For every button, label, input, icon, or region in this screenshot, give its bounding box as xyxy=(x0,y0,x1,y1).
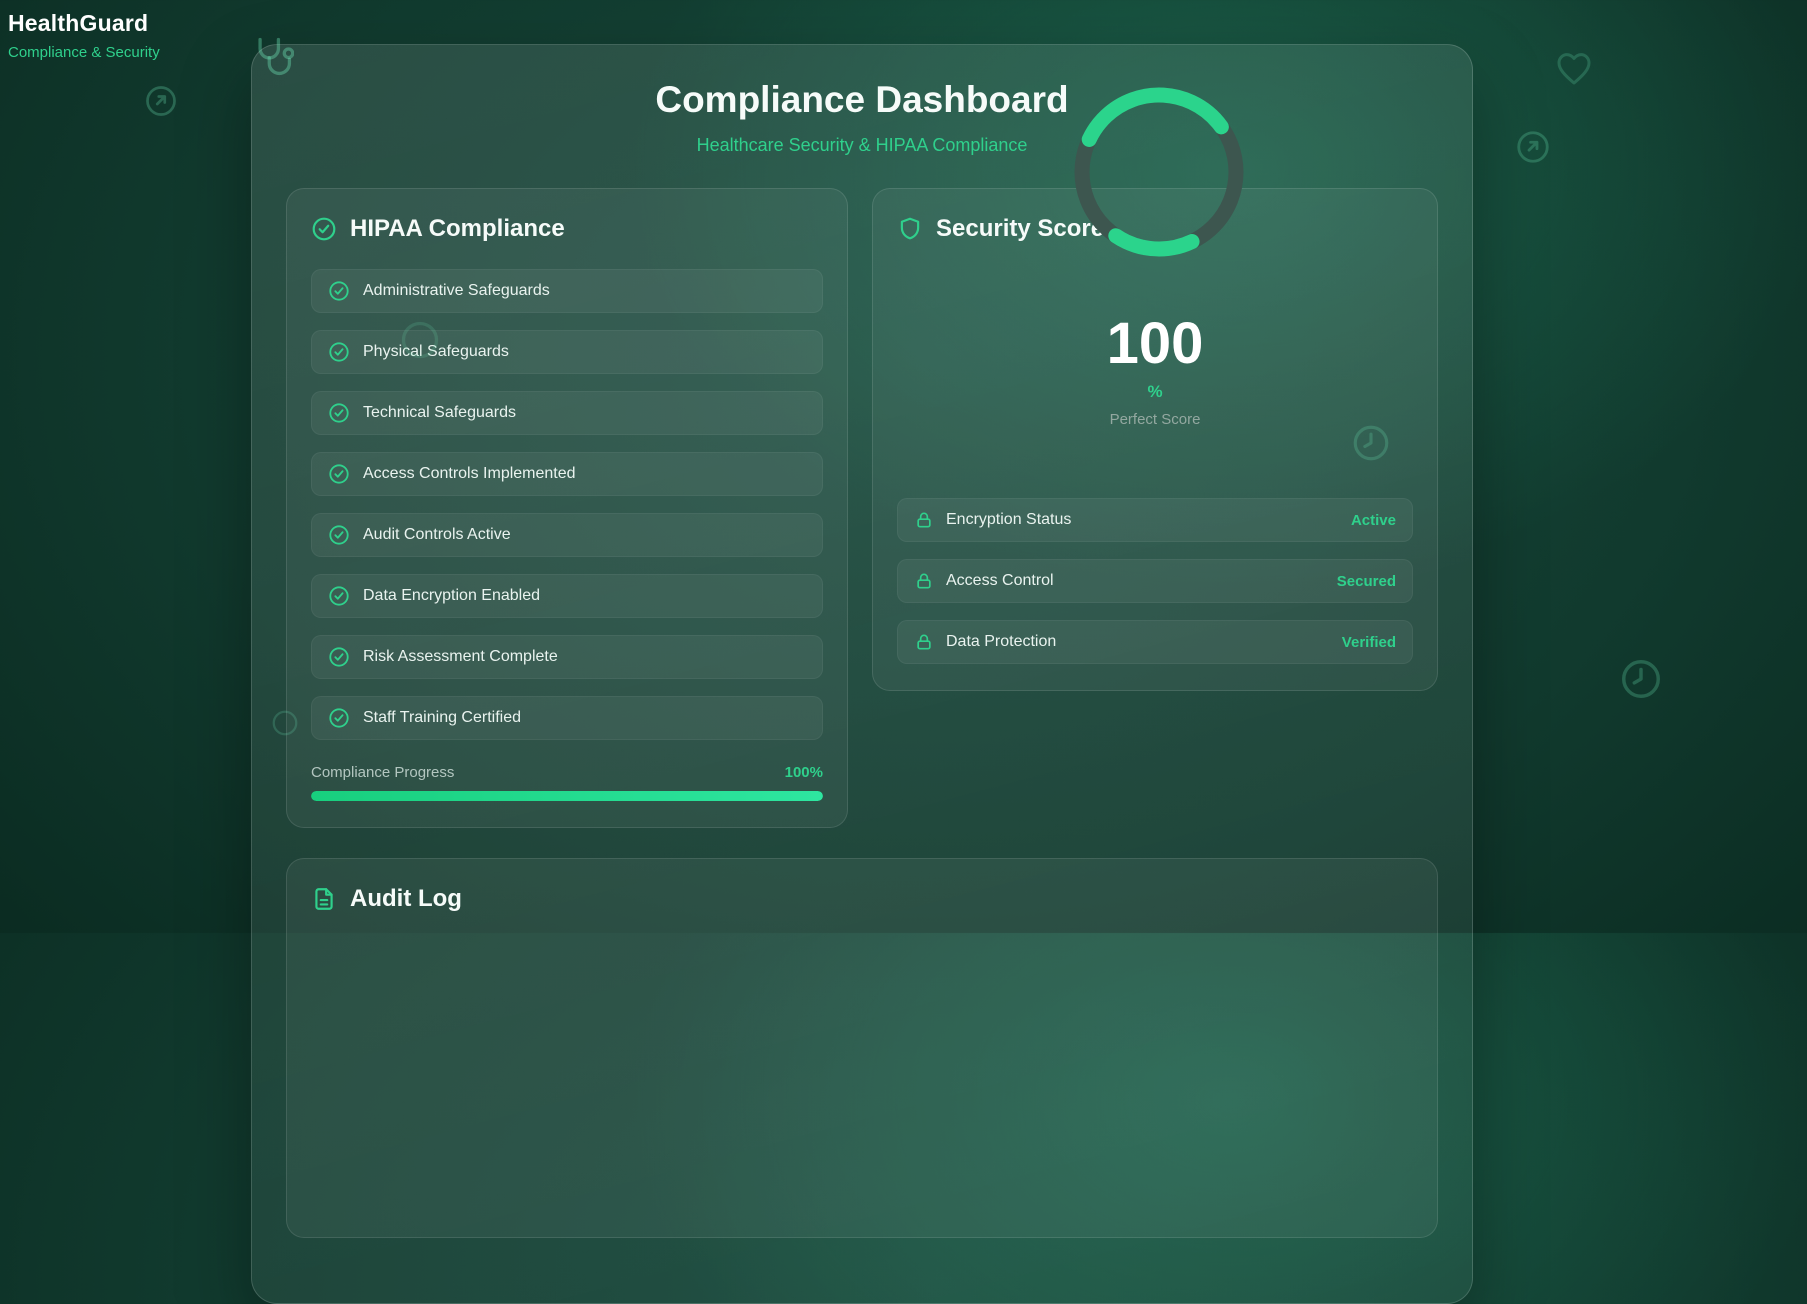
brand-tagline: Compliance & Security xyxy=(8,44,160,61)
document-icon xyxy=(311,886,337,912)
lock-icon xyxy=(914,632,934,652)
lock-icon xyxy=(914,510,934,530)
stat-label: Access Control xyxy=(914,571,1054,591)
page-title: Compliance Dashboard xyxy=(286,79,1438,121)
brand-name: HealthGuard xyxy=(8,10,160,37)
security-score-number: 100 xyxy=(897,315,1413,373)
hipaa-card-header: HIPAA Compliance xyxy=(311,215,823,243)
hipaa-card-title: HIPAA Compliance xyxy=(350,215,565,243)
checklist-item-label: Technical Safeguards xyxy=(363,404,516,422)
audit-log-card: Audit Log xyxy=(286,858,1438,1238)
stat-row: Encryption Status Active xyxy=(897,498,1413,542)
lock-icon xyxy=(914,571,934,591)
hipaa-checklist: Administrative Safeguards Physical Safeg… xyxy=(311,269,823,740)
compliance-progress-value: 100% xyxy=(785,764,823,781)
checklist-item-label: Access Controls Implemented xyxy=(363,465,576,483)
security-score-block: 100 % Perfect Score xyxy=(897,315,1413,428)
stat-value: Verified xyxy=(1342,634,1396,651)
page-subtitle: Healthcare Security & HIPAA Compliance xyxy=(286,135,1438,156)
audit-card-title: Audit Log xyxy=(350,885,462,913)
checklist-item: Risk Assessment Complete xyxy=(311,635,823,679)
security-stats: Encryption Status Active Access Control … xyxy=(897,498,1413,664)
brand: HealthGuard Compliance & Security xyxy=(8,10,160,61)
checklist-item: Audit Controls Active xyxy=(311,513,823,557)
compliance-progress-bar xyxy=(311,791,823,801)
check-circle-icon xyxy=(328,280,350,302)
checklist-item-label: Risk Assessment Complete xyxy=(363,648,558,666)
stat-row: Access Control Secured xyxy=(897,559,1413,603)
dashboard-panel: Compliance Dashboard Healthcare Security… xyxy=(251,44,1473,1304)
heart-icon xyxy=(1554,48,1594,88)
arrow-circle-icon xyxy=(143,83,179,119)
check-circle-icon xyxy=(328,524,350,546)
checklist-item: Administrative Safeguards xyxy=(311,269,823,313)
hipaa-compliance-card: HIPAA Compliance Administrative Safeguar… xyxy=(286,188,848,828)
checklist-item-label: Administrative Safeguards xyxy=(363,282,550,300)
checklist-item: Data Encryption Enabled xyxy=(311,574,823,618)
checklist-item-label: Physical Safeguards xyxy=(363,343,509,361)
shield-icon xyxy=(897,216,923,242)
security-card-title: Security Score xyxy=(936,215,1104,243)
stat-label-text: Access Control xyxy=(946,572,1054,590)
stat-label: Encryption Status xyxy=(914,510,1071,530)
stat-row: Data Protection Verified xyxy=(897,620,1413,664)
stat-label-text: Data Protection xyxy=(946,633,1056,651)
security-score-card: Security Score 100 % Perfect Score Encry… xyxy=(872,188,1438,691)
check-circle-icon xyxy=(328,341,350,363)
stat-value: Active xyxy=(1351,512,1396,529)
check-circle-icon xyxy=(328,402,350,424)
checklist-item-label: Staff Training Certified xyxy=(363,709,521,727)
security-card-header: Security Score xyxy=(897,215,1413,243)
stat-value: Secured xyxy=(1337,573,1396,590)
compliance-progress-fill xyxy=(311,791,823,801)
compliance-progress-label: Compliance Progress xyxy=(311,764,454,781)
check-circle-icon xyxy=(328,707,350,729)
checklist-item: Staff Training Certified xyxy=(311,696,823,740)
compliance-progress-row: Compliance Progress 100% xyxy=(311,764,823,781)
arrow-circle-icon xyxy=(1514,128,1552,166)
clock-icon xyxy=(1618,656,1664,702)
checklist-item-label: Data Encryption Enabled xyxy=(363,587,540,605)
security-score-caption: Perfect Score xyxy=(897,411,1413,428)
check-circle-icon xyxy=(311,216,337,242)
stat-label: Data Protection xyxy=(914,632,1056,652)
check-circle-icon xyxy=(328,646,350,668)
security-score-unit: % xyxy=(897,382,1413,402)
checklist-item-label: Audit Controls Active xyxy=(363,526,511,544)
checklist-item: Technical Safeguards xyxy=(311,391,823,435)
audit-card-header: Audit Log xyxy=(311,885,1413,913)
dashboard-grid: HIPAA Compliance Administrative Safeguar… xyxy=(286,188,1438,828)
check-circle-icon xyxy=(328,463,350,485)
checklist-item: Access Controls Implemented xyxy=(311,452,823,496)
stat-label-text: Encryption Status xyxy=(946,511,1071,529)
check-circle-icon xyxy=(328,585,350,607)
checklist-item: Physical Safeguards xyxy=(311,330,823,374)
